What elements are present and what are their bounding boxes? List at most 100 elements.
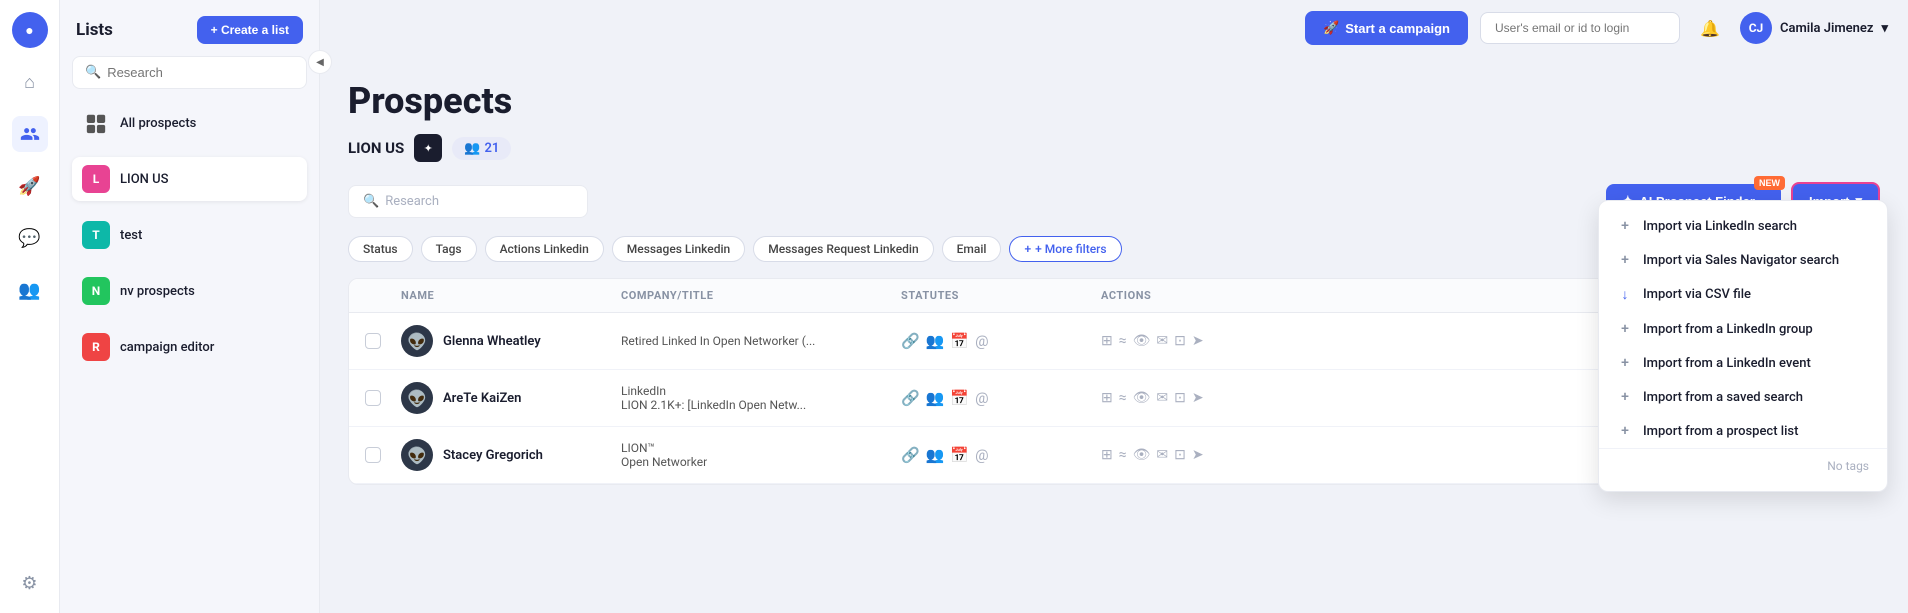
header-checkbox [365,289,401,302]
filter-actions-linkedin[interactable]: Actions Linkedin [485,236,604,262]
app-logo[interactable]: ● [12,12,48,48]
sidebar-search[interactable]: 🔍 [72,56,307,89]
email-icon[interactable]: @ [975,389,988,407]
create-list-button[interactable]: + Create a list [197,16,303,44]
start-campaign-button[interactable]: 🚀 Start a campaign [1305,11,1468,45]
header-company: COMPANY/TITLE [621,289,901,302]
action-icon-6[interactable]: ➤ [1192,447,1204,463]
filter-messages-linkedin[interactable]: Messages Linkedin [612,236,745,262]
download-icon: ↓ [1617,286,1633,303]
action-icon-2[interactable]: ≈ [1119,390,1127,406]
start-campaign-label: Start a campaign [1345,21,1450,36]
statutes-cell: 🔗 👥 📅 @ [901,332,1101,350]
sidebar-collapse-button[interactable]: ◀ [308,50,332,74]
link-icon[interactable]: 🔗 [901,332,920,350]
action-icon-1[interactable]: ⊞ [1101,390,1113,406]
action-icon-4[interactable]: ✉ [1156,390,1168,406]
dropdown-item-linkedin-event[interactable]: + Import from a LinkedIn event [1599,346,1887,380]
email-icon[interactable]: @ [975,332,988,350]
sidebar: Lists + Create a list 🔍 All prospects L … [60,0,320,613]
filter-more[interactable]: + + More filters [1009,236,1121,262]
company-cell: Retired Linked In Open Networker (... [621,334,901,348]
count-badge: 👥 21 [452,137,511,160]
plus-icon: + [1617,252,1633,268]
header-name: NAME [401,289,621,302]
user-avatar: CJ [1740,12,1772,44]
search-icon-main: 🔍 [363,194,379,209]
top-bar: 🚀 Start a campaign 🔔 CJ Camila Jimenez ▾ [320,0,1908,56]
new-badge: NEW [1754,176,1785,190]
action-icon-5[interactable]: ⊡ [1174,333,1186,349]
group-icon[interactable]: 👥 [926,332,945,350]
action-icon-6[interactable]: ➤ [1192,390,1204,406]
login-input[interactable] [1480,12,1680,44]
link-icon[interactable]: 🔗 [901,446,920,464]
sidebar-search-input[interactable] [107,65,294,80]
nav-settings[interactable]: ⚙ [12,565,48,601]
group-icon[interactable]: 👥 [926,389,945,407]
action-icon-2[interactable]: ≈ [1119,447,1127,463]
user-profile[interactable]: CJ Camila Jimenez ▾ [1740,12,1888,44]
dropdown-item-label: Import from a saved search [1643,390,1803,405]
action-icon-4[interactable]: ✉ [1156,447,1168,463]
sidebar-item-nv-prospects[interactable]: N nv prospects [72,269,307,313]
nav-teams[interactable]: 👥 [12,272,48,308]
action-icon-5[interactable]: ⊡ [1174,390,1186,406]
sidebar-item-campaign-editor[interactable]: R campaign editor [72,325,307,369]
nav-prospects[interactable] [12,116,48,152]
link-icon[interactable]: 🔗 [901,389,920,407]
filter-messages-request-linkedin[interactable]: Messages Request Linkedin [753,236,933,262]
action-icon-3[interactable]: 👁 [1133,447,1151,463]
list-avatar-nv-prospects: N [82,277,110,305]
prospect-name-label: AreTe KaiZen [443,391,521,406]
row-checkbox[interactable] [365,390,401,406]
action-icon-2[interactable]: ≈ [1119,333,1127,349]
email-icon[interactable]: @ [975,446,988,464]
action-icon-6[interactable]: ➤ [1192,333,1204,349]
action-icon-1[interactable]: ⊞ [1101,333,1113,349]
dropdown-item-linkedin-group[interactable]: + Import from a LinkedIn group [1599,312,1887,346]
bell-icon[interactable]: 🔔 [1692,10,1728,46]
main-search[interactable]: 🔍 Research [348,185,588,218]
plus-icon: + [1617,321,1633,337]
dropdown-item-prospect-list[interactable]: + Import from a prospect list [1599,414,1887,448]
nav-messages[interactable]: 💬 [12,220,48,256]
nav-home[interactable]: ⌂ [12,64,48,100]
calendar-icon[interactable]: 📅 [950,389,969,407]
action-icon-3[interactable]: 👁 [1133,333,1151,349]
prospect-avatar: 👽 [401,382,433,414]
sidebar-item-all-prospects[interactable]: All prospects [72,101,307,145]
sidebar-item-label-lion-us: LION US [120,172,169,187]
action-icon-1[interactable]: ⊞ [1101,447,1113,463]
group-icon[interactable]: 👥 [926,446,945,464]
dropdown-item-saved-search[interactable]: + Import from a saved search [1599,380,1887,414]
row-checkbox[interactable] [365,333,401,349]
filter-tags[interactable]: Tags [421,236,477,262]
list-icon: ✦ [414,134,442,162]
calendar-icon[interactable]: 📅 [950,446,969,464]
nav-campaigns[interactable]: 🚀 [12,168,48,204]
sidebar-header: Lists + Create a list [72,16,307,44]
header-statutes: STATUTES [901,289,1101,302]
dropdown-item-linkedin-search[interactable]: + Import via LinkedIn search [1599,209,1887,243]
action-icon-5[interactable]: ⊡ [1174,447,1186,463]
list-name: LION US [348,139,404,157]
dropdown-item-csv[interactable]: ↓ Import via CSV file [1599,277,1887,312]
action-icon-3[interactable]: 👁 [1133,390,1151,406]
sidebar-item-test[interactable]: T test [72,213,307,257]
plus-icon: + [1617,423,1633,439]
prospect-name: 👽 Stacey Gregorich [401,439,621,471]
prospect-name-label: Glenna Wheatley [443,334,541,349]
sidebar-title: Lists [76,20,113,40]
sidebar-item-label-all-prospects: All prospects [120,116,196,131]
filter-email[interactable]: Email [942,236,1002,262]
sidebar-item-lion-us[interactable]: L LION US [72,157,307,201]
user-name: Camila Jimenez [1780,21,1873,36]
dropdown-item-sales-navigator[interactable]: + Import via Sales Navigator search [1599,243,1887,277]
row-checkbox[interactable] [365,447,401,463]
calendar-icon[interactable]: 📅 [950,332,969,350]
dropdown-item-label: Import via CSV file [1643,287,1751,302]
action-icon-4[interactable]: ✉ [1156,333,1168,349]
filter-status[interactable]: Status [348,236,413,262]
count-icon: 👥 [464,141,480,156]
